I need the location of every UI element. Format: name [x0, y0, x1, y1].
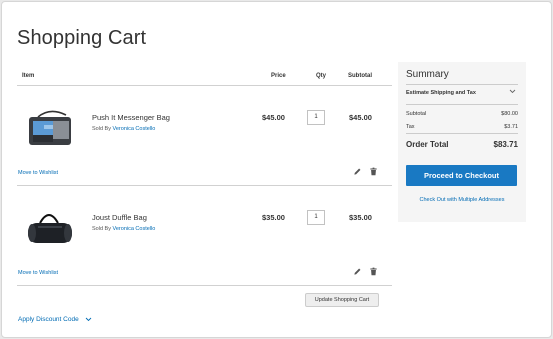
item-price: $45.00 — [262, 113, 285, 122]
sold-by-label: Sold By — [92, 226, 111, 232]
page-frame: Shopping Cart Item Price Qty Subtotal Pu… — [1, 1, 552, 338]
move-to-wishlist-link[interactable]: Move to Wishlist — [18, 270, 58, 276]
apply-discount-toggle[interactable]: Apply Discount Code — [18, 316, 92, 323]
subtotal-label: Subtotal — [406, 111, 427, 117]
page-title: Shopping Cart — [17, 27, 147, 49]
order-total-label: Order Total — [406, 140, 449, 149]
tax-value: $3.71 — [504, 124, 518, 130]
product-name[interactable]: Joust Duffle Bag — [92, 213, 147, 222]
trash-icon[interactable] — [369, 267, 378, 276]
divider — [406, 133, 518, 134]
tax-label: Tax — [406, 124, 415, 130]
cart-item-row: Push It Messenger Bag Sold By Veronica C… — [17, 86, 392, 186]
item-subtotal: $35.00 — [349, 213, 372, 222]
trash-icon[interactable] — [369, 167, 378, 176]
update-cart-button[interactable]: Update Shopping Cart — [305, 293, 379, 307]
cart-header: Item Price Qty Subtotal — [17, 68, 392, 86]
duffle-bag-image[interactable] — [22, 201, 77, 251]
divider — [406, 84, 518, 85]
order-total-value: $83.71 — [493, 140, 518, 149]
move-to-wishlist-link[interactable]: Move to Wishlist — [18, 170, 58, 176]
quantity-input[interactable]: 1 — [307, 110, 325, 125]
proceed-to-checkout-button[interactable]: Proceed to Checkout — [406, 165, 517, 186]
chevron-down-icon[interactable] — [509, 89, 516, 94]
header-price: Price — [271, 73, 286, 79]
subtotal-value: $80.00 — [501, 111, 518, 117]
header-qty: Qty — [316, 73, 327, 79]
cart-table: Item Price Qty Subtotal Push It Messenge… — [17, 68, 392, 323]
seller-info: Sold By Veronica Costello — [92, 226, 155, 232]
seller-info: Sold By Veronica Costello — [92, 126, 155, 132]
cart-item-row: Joust Duffle Bag Sold By Veronica Costel… — [17, 186, 392, 286]
estimate-shipping-toggle[interactable]: Estimate Shipping and Tax — [406, 90, 476, 96]
divider — [406, 104, 518, 105]
product-name[interactable]: Push It Messenger Bag — [92, 113, 170, 122]
multiple-addresses-link[interactable]: Check Out with Multiple Addresses — [398, 197, 526, 203]
pencil-icon[interactable] — [353, 267, 362, 276]
order-summary: Summary Estimate Shipping and Tax Subtot… — [398, 62, 526, 222]
header-subtotal: Subtotal — [348, 73, 372, 79]
quantity-input[interactable]: 1 — [307, 210, 325, 225]
pencil-icon[interactable] — [353, 167, 362, 176]
chevron-down-icon — [85, 317, 91, 321]
header-item: Item — [22, 73, 35, 79]
seller-link[interactable]: Veronica Costello — [113, 126, 156, 132]
item-subtotal: $45.00 — [349, 113, 372, 122]
messenger-bag-image[interactable] — [22, 101, 77, 151]
seller-link[interactable]: Veronica Costello — [113, 226, 156, 232]
item-price: $35.00 — [262, 213, 285, 222]
summary-title: Summary — [406, 69, 449, 80]
sold-by-label: Sold By — [92, 126, 111, 132]
discount-label: Apply Discount Code — [18, 316, 79, 323]
